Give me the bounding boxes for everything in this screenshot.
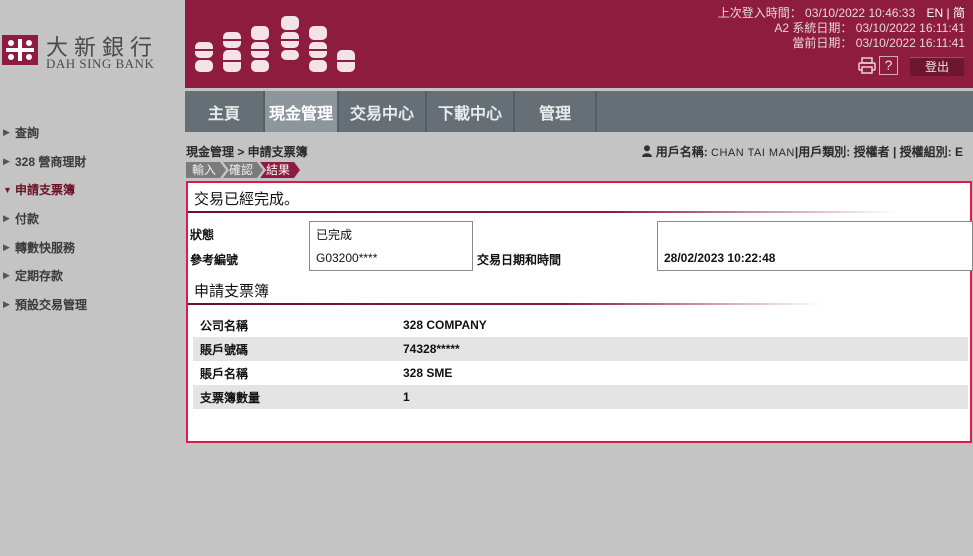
nav-administration[interactable]: 管理 (515, 91, 597, 132)
nav-home[interactable]: 主頁 (185, 91, 265, 132)
last-login-value: 03/10/2022 10:46:33 (805, 6, 916, 20)
sidebar-item-cheque-book-request[interactable]: ▼ 申請支票簿 (0, 175, 180, 204)
sidebar-item-label: 定期存款 (15, 269, 64, 284)
details-table: 公司名稱 328 COMPANY 賬戶號碼 74328***** 賬戶名稱 32… (193, 313, 968, 409)
triangle-right-icon: ▶ (3, 241, 10, 252)
row-label: 賬戶號碼 (200, 342, 249, 357)
triangle-right-icon: ▶ (3, 298, 10, 309)
sidebar-item-328-business[interactable]: ▶ 328 營商理財 (0, 147, 180, 176)
user-type-value: 授權者 (853, 145, 890, 159)
sidebar-item-label: 付款 (15, 211, 40, 226)
sidebar-item-label: 查詢 (15, 125, 40, 140)
system-date-label: A2 系統日期： (774, 21, 853, 35)
language-switcher: EN | 简 (927, 6, 966, 20)
row-label: 支票簿數量 (200, 390, 261, 405)
triangle-down-icon: ▼ (3, 184, 12, 195)
help-button[interactable]: ? (879, 56, 898, 75)
triangle-right-icon: ▶ (3, 270, 10, 281)
sidebar-item-fps[interactable]: ▶ 轉數快服務 (0, 233, 180, 262)
system-date-row: A2 系統日期： 03/10/2022 16:11:41 (718, 21, 965, 36)
sidebar-item-preset-transaction[interactable]: ▶ 預設交易管理 (0, 290, 180, 319)
user-name-label: 用戶名稱: (655, 145, 708, 159)
sidebar-item-time-deposit[interactable]: ▶ 定期存款 (0, 261, 180, 290)
nav-cash-management[interactable]: 現金管理 (265, 91, 339, 132)
user-name-value: CHAN TAI MAN (711, 147, 795, 159)
row-value: 328 COMPANY (403, 318, 487, 332)
bank-motif-icon (195, 16, 355, 72)
breadcrumb: 現金管理 > 申請支票簿 (186, 145, 308, 159)
lang-en-link[interactable]: EN (927, 6, 944, 20)
table-row: 賬戶號碼 74328***** (193, 337, 968, 361)
triangle-right-icon: ▶ (3, 155, 10, 166)
sidebar-item-enquiry[interactable]: ▶ 查詢 (0, 118, 180, 147)
current-date-row: 當前日期： 03/10/2022 16:11:41 (718, 36, 965, 51)
status-label: 狀態 (190, 228, 215, 242)
brand-logo[interactable]: 大新銀行 DAH SING BANK (0, 0, 185, 88)
main-nav: 主頁 現金管理 交易中心 下載中心 管理 (185, 91, 973, 132)
last-login-label: 上次登入時間： (717, 6, 802, 20)
sidebar-item-label: 328 營商理財 (15, 154, 87, 169)
triangle-right-icon: ▶ (3, 212, 10, 223)
section-divider (188, 303, 878, 305)
status-block: 狀態 參考編號 已完成 G03200**** 交易日期和時間 28/02/202… (188, 221, 973, 271)
row-value: 74328***** (403, 342, 460, 356)
step-result: 結果 (260, 162, 300, 178)
header-banner: 上次登入時間： 03/10/2022 10:46:33 EN | 简 A2 系統… (185, 0, 973, 88)
step-confirm: 確認 (223, 162, 263, 178)
current-date-label: 當前日期： (792, 36, 853, 50)
header-info: 上次登入時間： 03/10/2022 10:46:33 EN | 简 A2 系統… (718, 6, 965, 51)
status-value: 已完成 (316, 228, 353, 242)
row-value: 328 SME (403, 366, 453, 380)
user-type-label: 用戶類別: (798, 145, 851, 159)
divider (188, 211, 958, 213)
nav-download-center[interactable]: 下載中心 (427, 91, 515, 132)
table-row: 支票簿數量 1 (193, 385, 968, 409)
nav-transaction-center[interactable]: 交易中心 (339, 91, 427, 132)
current-date-value: 03/10/2022 16:11:41 (855, 36, 965, 50)
user-icon (642, 145, 653, 157)
brand-name-en: DAH SING BANK (46, 56, 155, 71)
table-row: 賬戶名稱 328 SME (193, 361, 968, 385)
step-input: 輸入 (186, 162, 226, 178)
sidebar: ▶ 查詢 ▶ 328 營商理財 ▼ 申請支票簿 ▶ 付款 ▶ 轉數快服務 ▶ 定… (0, 118, 180, 319)
print-icon[interactable] (858, 57, 876, 74)
completion-message: 交易已經完成。 (194, 191, 300, 208)
logout-button[interactable]: 登出 (910, 57, 964, 76)
sidebar-item-payment[interactable]: ▶ 付款 (0, 204, 180, 233)
user-sep-2: | (892, 145, 897, 159)
sidebar-item-label: 預設交易管理 (15, 297, 88, 312)
lang-zh-link[interactable]: 简 (953, 6, 965, 20)
section-title: 申請支票簿 (194, 283, 270, 300)
sidebar-item-label: 轉數快服務 (15, 240, 76, 255)
reference-label: 參考編號 (190, 253, 239, 267)
dah-sing-logo-icon (2, 35, 38, 65)
reference-value: G03200**** (316, 251, 378, 265)
last-login-row: 上次登入時間： 03/10/2022 10:46:33 EN | 简 (718, 6, 965, 21)
user-group-value: E (954, 145, 963, 159)
system-date-value: 03/10/2022 16:11:41 (855, 21, 965, 35)
datetime-label: 交易日期和時間 (477, 253, 562, 267)
user-group-label: 授權組別: (899, 145, 952, 159)
table-row: 公司名稱 328 COMPANY (193, 313, 968, 337)
result-panel: 交易已經完成。 狀態 參考編號 已完成 G03200**** 交易日期和時間 2… (186, 181, 973, 443)
row-label: 公司名稱 (200, 318, 249, 333)
datetime-value: 28/02/2023 10:22:48 (664, 251, 776, 265)
row-label: 賬戶名稱 (200, 366, 249, 381)
progress-steps: 輸入 確認 結果 (186, 162, 297, 178)
user-info: 用戶名稱: CHAN TAI MAN|用戶類別: 授權者 | 授權組別: E (642, 143, 963, 160)
triangle-right-icon: ▶ (3, 126, 10, 137)
lang-separator: | (946, 6, 950, 20)
sidebar-item-label: 申請支票簿 (15, 183, 76, 198)
row-value: 1 (403, 390, 410, 404)
